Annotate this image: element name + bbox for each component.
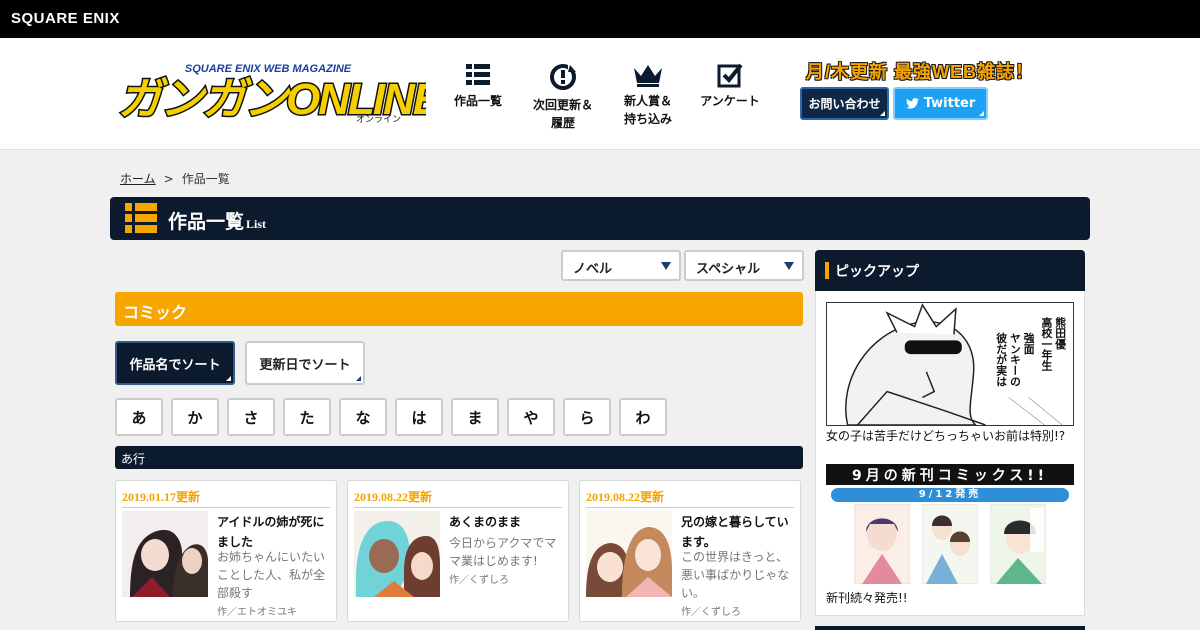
kana-ka-button[interactable]: か [171, 398, 219, 436]
pickup-banner-2[interactable]: 9月の新刊コミックス!! 9/12発売 [826, 464, 1074, 586]
gangan-online-logo[interactable]: SQUARE ENIX WEB MAGAZINE ガンガンONLINE オンライ… [110, 58, 426, 124]
nav-next-update[interactable]: 次回更新＆ 履歴 [523, 62, 603, 132]
page-title-bar: 作品一覧 List [110, 197, 1090, 240]
breadcrumb-home-link[interactable]: ホーム [120, 172, 156, 186]
work-title[interactable]: 兄の嫁と暮らしています。 [681, 512, 796, 552]
twitter-bird-icon [905, 98, 919, 109]
svg-text:熊田優: 熊田優 [1054, 315, 1067, 350]
work-author: 作／くずしろ [681, 607, 741, 618]
select-label: スペシャル [696, 262, 761, 277]
work-thumbnail[interactable] [586, 511, 672, 597]
kana-ma-button[interactable]: ま [451, 398, 499, 436]
pickup-caption-2[interactable]: 新刊続々発売!! [826, 589, 908, 606]
kana-ya-button[interactable]: や [507, 398, 555, 436]
breadcrumb-separator: > [163, 172, 174, 186]
section-header-comic: コミック [115, 292, 803, 326]
kana-na-button[interactable]: な [339, 398, 387, 436]
kana-sa-button[interactable]: さ [227, 398, 275, 436]
update-date: 2019.08.22更新 [354, 488, 562, 508]
next-panel-header [815, 626, 1085, 630]
row-header-a: あ行 [115, 446, 803, 469]
work-title[interactable]: あくまのまま [449, 512, 564, 532]
site-header: SQUARE ENIX WEB MAGAZINE ガンガンONLINE オンライ… [0, 38, 1200, 150]
twitter-button[interactable]: Twitter [893, 87, 988, 120]
kana-a-button[interactable]: あ [115, 398, 163, 436]
svg-text:高校一年生: 高校一年生 [1040, 315, 1053, 371]
comic-cover[interactable] [854, 504, 910, 584]
breadcrumb-current: 作品一覧 [181, 172, 230, 186]
sort-by-name-button[interactable]: 作品名でソート [115, 341, 235, 385]
work-author: 作／くずしろ [449, 575, 509, 586]
work-card[interactable]: 2019.01.17更新 アイドルの姉が死にました お姉ちゃんにいたいことした人… [115, 480, 337, 622]
pickup-header: ピックアップ [815, 250, 1085, 291]
pickup-title: ピックアップ [835, 264, 919, 280]
svg-text:彼だが実は: 彼だが実は [995, 331, 1008, 387]
work-author: 作／エトオミユキ [217, 607, 297, 618]
work-thumbnail[interactable] [354, 511, 440, 597]
work-card[interactable]: 2019.08.22更新 兄の嫁と暮らしています。 この世界はきっと、悪い事ばか… [579, 480, 801, 622]
list-icon [466, 64, 490, 85]
pickup-banner-1[interactable]: 熊田優 高校一年生 強面 ヤンキーの 彼だが実は [826, 302, 1074, 426]
work-description: 今日からアクマでママ業はじめます! [449, 536, 557, 568]
tagline: 月/木更新 最強WEB雑誌！ [806, 62, 1034, 82]
work-thumbnail[interactable] [122, 511, 208, 597]
page-title-sub: List [246, 217, 267, 231]
nav-label: 持ち込み [623, 112, 672, 126]
nav-label: 新人賞＆ [623, 94, 672, 108]
page-title: 作品一覧 List [168, 207, 266, 234]
crown-icon [634, 65, 662, 87]
svg-text:オンライン: オンライン [356, 114, 401, 124]
svg-text:強面: 強面 [1022, 331, 1035, 355]
comic-cover[interactable] [922, 504, 978, 584]
checkbox-icon [717, 63, 743, 88]
work-card[interactable]: 2019.08.22更新 あくまのまま 今日からアクマでママ業はじめます! 作／… [347, 480, 569, 622]
novel-select[interactable]: ノベル [561, 250, 681, 281]
corner-arrow-icon [226, 376, 231, 381]
new-comics-banner: 9月の新刊コミックス!! [826, 464, 1074, 485]
special-select[interactable]: スペシャル [684, 250, 804, 281]
pickup-caption-1[interactable]: 女の子は苦手だけどちっちゃいお前は特別!? [826, 427, 1065, 444]
kana-ha-button[interactable]: は [395, 398, 443, 436]
dropdown-arrow-icon [661, 262, 671, 270]
dropdown-arrow-icon [784, 262, 794, 270]
top-bar: SQUARE ENIX [0, 0, 1200, 38]
corner-arrow-icon [880, 111, 885, 116]
nav-label: アンケート [700, 94, 760, 108]
nav-label: 作品一覧 [453, 94, 502, 108]
square-enix-logo[interactable]: SQUARE ENIX [11, 10, 120, 27]
page-title-main: 作品一覧 [168, 211, 245, 233]
kana-wa-button[interactable]: わ [619, 398, 667, 436]
update-date: 2019.01.17更新 [122, 488, 330, 508]
list-icon [125, 203, 157, 233]
nav-survey[interactable]: アンケート [690, 62, 770, 110]
update-date: 2019.08.22更新 [586, 488, 794, 508]
work-title[interactable]: アイドルの姉が死にました [217, 512, 332, 552]
svg-text:ヤンキーの: ヤンキーの [1008, 332, 1021, 387]
kana-ta-button[interactable]: た [283, 398, 331, 436]
corner-arrow-icon [979, 111, 984, 116]
corner-arrow-icon [356, 376, 361, 381]
sort-by-date-button[interactable]: 更新日でソート [245, 341, 365, 385]
sort-label: 作品名でソート [129, 357, 221, 373]
contact-label: お問い合わせ [808, 97, 881, 111]
select-label: ノベル [573, 262, 613, 277]
twitter-label: Twitter [923, 96, 976, 111]
sort-label: 更新日でソート [259, 357, 351, 373]
nav-label: 履歴 [550, 116, 575, 130]
refresh-clock-icon [550, 64, 576, 90]
nav-newcomer-award[interactable]: 新人賞＆ 持ち込み [608, 62, 688, 128]
release-date-pill: 9/12発売 [831, 488, 1069, 502]
breadcrumb: ホーム > 作品一覧 [120, 170, 230, 187]
kana-ra-button[interactable]: ら [563, 398, 611, 436]
work-description: お姉ちゃんにいたいことした人、私が全部殺す [217, 550, 326, 600]
nav-label: 次回更新＆ [532, 98, 593, 112]
work-description: この世界はきっと、悪い事ばかりじゃない。 [681, 550, 790, 600]
contact-button[interactable]: お問い合わせ [800, 87, 889, 120]
comic-cover[interactable] [990, 504, 1046, 584]
svg-text:SQUARE ENIX WEB MAGAZINE: SQUARE ENIX WEB MAGAZINE [185, 63, 352, 75]
nav-works-list[interactable]: 作品一覧 [438, 62, 518, 110]
